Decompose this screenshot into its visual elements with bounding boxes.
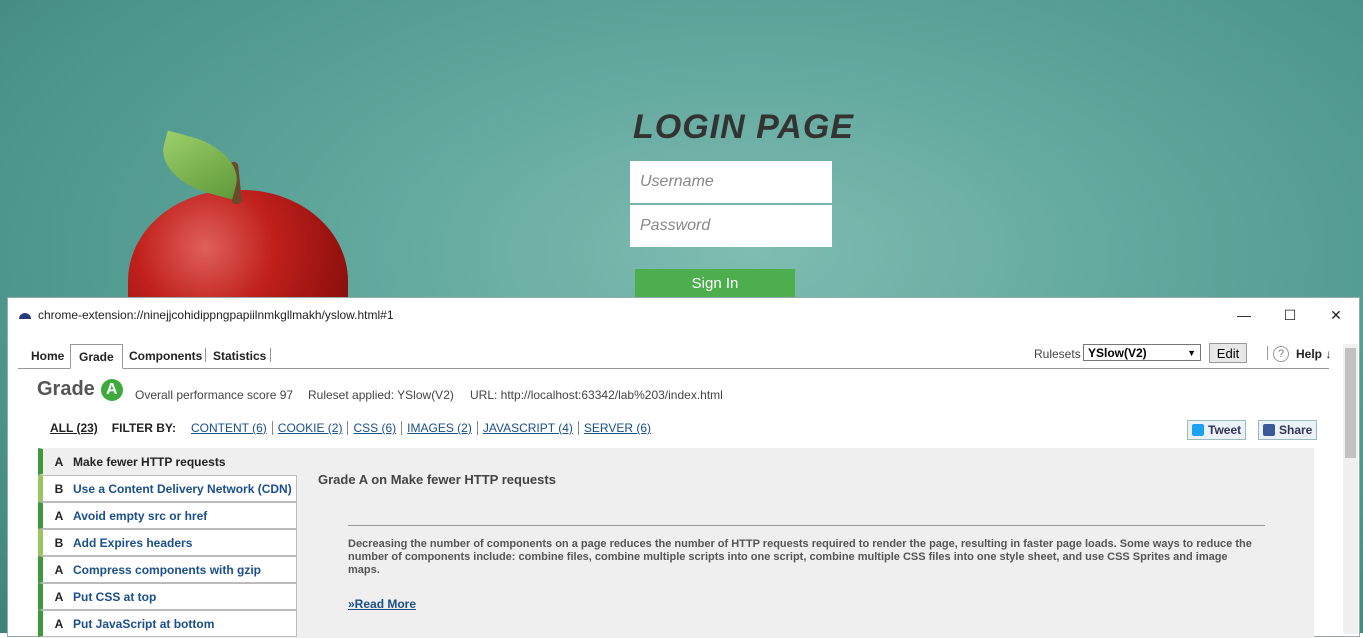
rule-grade: B: [54, 481, 64, 496]
help-separator: [1267, 346, 1268, 360]
read-more-link[interactable]: »Read More: [348, 597, 416, 611]
chevron-down-icon: ▼: [1187, 347, 1196, 358]
scrollbar-thumb[interactable]: [1345, 348, 1356, 458]
tweet-label: Tweet: [1208, 423, 1242, 437]
tab-separator: [270, 348, 271, 362]
help-icon[interactable]: ?: [1273, 346, 1289, 362]
window-titlebar: chrome-extension://ninejjcohidippngpapii…: [8, 298, 1359, 332]
tab-separator: [205, 348, 206, 362]
rule-grade: B: [54, 535, 64, 550]
filter-server[interactable]: SERVER (6): [579, 421, 656, 435]
ruleset-value: YSlow(V2): [1088, 345, 1147, 360]
yslow-favicon-icon: [19, 313, 31, 319]
rule-item[interactable]: B Add Expires headers: [38, 529, 297, 556]
filter-by-label: FILTER BY:: [111, 421, 177, 435]
tab-components[interactable]: Components: [129, 344, 202, 367]
rule-item[interactable]: A Avoid empty src or href: [38, 502, 297, 529]
facebook-icon: [1263, 424, 1275, 436]
twitter-icon: [1192, 424, 1204, 436]
grade-header: Grade A: [37, 378, 123, 401]
tweet-button[interactable]: Tweet: [1187, 420, 1247, 440]
grade-badge: A: [100, 378, 123, 401]
rule-item[interactable]: B Use a Content Delivery Network (CDN): [38, 475, 297, 502]
rule-grade: A: [54, 508, 64, 523]
maximize-icon[interactable]: ☐: [1267, 298, 1313, 332]
filter-cookie[interactable]: COOKIE (2): [273, 421, 349, 435]
edit-button[interactable]: Edit: [1209, 343, 1247, 363]
rule-grade: A: [54, 589, 64, 604]
minimize-icon[interactable]: —: [1221, 298, 1267, 332]
rule-item[interactable]: A Put CSS at top: [38, 583, 297, 610]
detail-description: Decreasing the number of components on a…: [348, 538, 1252, 576]
ruleset-applied: Ruleset applied: YSlow(V2): [308, 388, 454, 402]
yslow-popup-window: chrome-extension://ninejjcohidippngpapii…: [7, 297, 1360, 638]
filter-all[interactable]: ALL (23): [50, 421, 98, 435]
page-url: URL: http://localhost:63342/lab%203/inde…: [470, 388, 723, 402]
share-button[interactable]: Share: [1258, 420, 1318, 440]
tab-grade[interactable]: Grade: [70, 344, 123, 369]
share-label: Share: [1279, 423, 1313, 437]
close-icon[interactable]: ✕: [1313, 298, 1359, 332]
login-title: LOGIN PAGE: [633, 108, 854, 146]
filter-javascript[interactable]: JAVASCRIPT (4): [478, 421, 579, 435]
rule-label: Put JavaScript at bottom: [73, 616, 215, 631]
tab-home[interactable]: Home: [31, 344, 64, 367]
detail-title: Grade A on Make fewer HTTP requests: [318, 472, 556, 487]
rule-grade: A: [54, 562, 64, 577]
tab-statistics[interactable]: Statistics: [213, 344, 266, 367]
filter-css[interactable]: CSS (6): [348, 421, 403, 435]
rule-label: Compress components with gzip: [73, 562, 262, 577]
rule-item[interactable]: A Compress components with gzip: [38, 556, 297, 583]
rule-item[interactable]: A Make fewer HTTP requests: [38, 448, 297, 475]
filter-bar: ALL (23) FILTER BY: CONTENT (6) COOKIE (…: [50, 421, 656, 435]
rule-label: Put CSS at top: [73, 589, 157, 604]
rule-grade: A: [54, 454, 64, 469]
rule-label: Make fewer HTTP requests: [73, 454, 226, 469]
help-link[interactable]: Help ↓: [1296, 347, 1331, 361]
filter-content[interactable]: CONTENT (6): [186, 421, 273, 435]
password-input[interactable]: [630, 205, 832, 247]
rulesets-label: Rulesets: [1034, 347, 1081, 361]
grade-label: Grade: [37, 378, 95, 400]
performance-score: Overall performance score 97: [135, 388, 294, 402]
rule-label: Use a Content Delivery Network (CDN): [73, 481, 292, 496]
rule-label: Avoid empty src or href: [73, 508, 208, 523]
rule-grade: A: [54, 616, 64, 631]
username-input[interactable]: [630, 161, 832, 203]
window-url: chrome-extension://ninejjcohidippngpapii…: [38, 308, 394, 322]
detail-divider: [348, 525, 1265, 526]
rule-label: Add Expires headers: [73, 535, 193, 550]
ruleset-select[interactable]: YSlow(V2) ▼: [1083, 344, 1201, 361]
filter-images[interactable]: IMAGES (2): [402, 421, 478, 435]
